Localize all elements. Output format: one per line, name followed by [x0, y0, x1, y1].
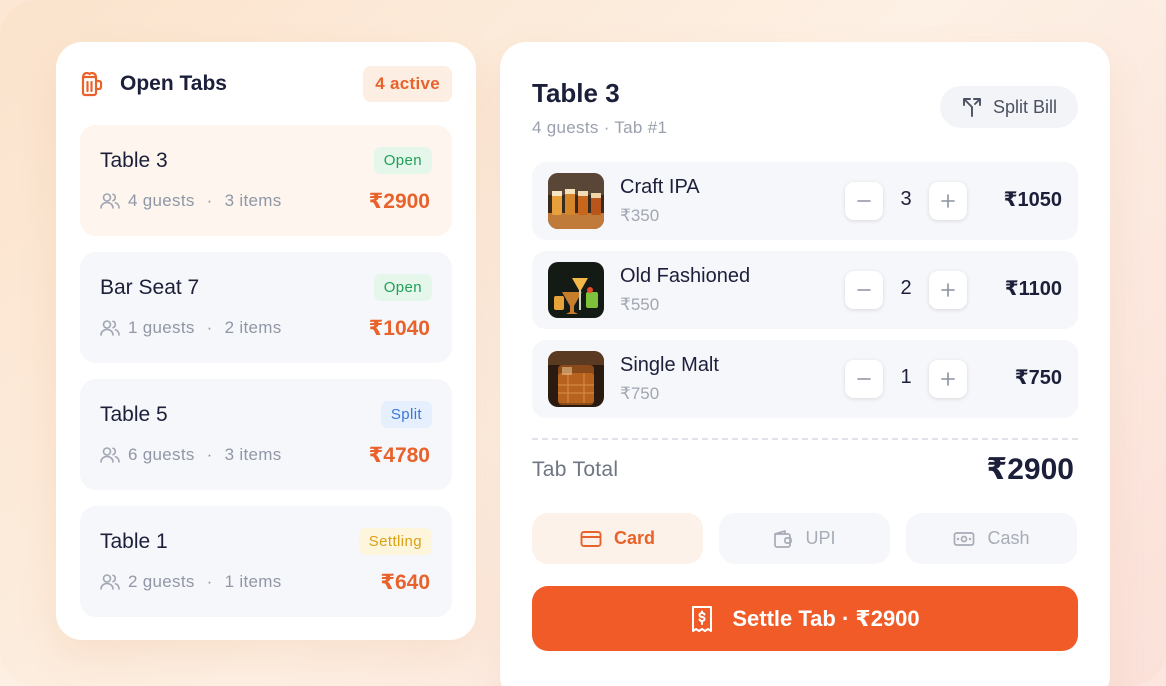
increase-qty-button[interactable] [929, 182, 967, 220]
people-icon [100, 574, 120, 590]
item-unit-price: ₹750 [620, 384, 660, 403]
people-icon [100, 193, 120, 209]
item-unit-price: ₹350 [620, 206, 660, 225]
guest-count: 4 guests [128, 191, 195, 210]
separator-dot: · [206, 191, 213, 210]
item-count: 3 items [224, 191, 282, 210]
active-count-badge: 4 active [363, 66, 452, 102]
item-name: Craft IPA [620, 176, 700, 198]
split-bill-label: Split Bill [992, 96, 1058, 117]
tab-card-table-1[interactable]: Table 1 Settling 2 guests · 1 items ₹640 [80, 506, 452, 617]
tab-name: Table 1 [100, 530, 168, 553]
payment-option-upi[interactable]: UPI [719, 513, 890, 564]
item-quantity: 3 [900, 188, 912, 210]
payment-option-label: Card [613, 528, 655, 548]
beer-mug-icon [80, 70, 106, 98]
open-tabs-header: Open Tabs 4 active [80, 66, 452, 102]
decrease-qty-button[interactable] [845, 271, 883, 309]
guest-count: 2 guests [128, 572, 195, 591]
split-bill-button[interactable]: Split Bill [940, 86, 1078, 128]
app-background: Open Tabs 4 active Table 3 Open 4 guests… [0, 0, 1166, 686]
tab-name: Table 3 [100, 149, 168, 172]
tab-card-bar-seat-7[interactable]: Bar Seat 7 Open 1 guests · 2 items ₹1040 [80, 252, 452, 363]
guest-count: 1 guests [128, 318, 195, 337]
settle-tab-label: Settle Tab · ₹2900 [732, 605, 920, 631]
tab-total-label: Tab Total [532, 458, 619, 481]
item-count: 2 items [224, 318, 282, 337]
minus-icon [857, 378, 871, 380]
item-thumbnail [548, 173, 604, 229]
item-thumbnail [548, 351, 604, 407]
status-badge: Open [373, 147, 432, 174]
people-icon [100, 320, 120, 336]
decrease-qty-button[interactable] [845, 360, 883, 398]
settle-tab-button[interactable]: Settle Tab · ₹2900 [532, 586, 1078, 651]
decrease-qty-button[interactable] [845, 182, 883, 220]
detail-title: Table 3 [532, 78, 620, 108]
tab-total-value: ₹2900 [986, 453, 1074, 486]
increase-qty-button[interactable] [929, 360, 967, 398]
payment-option-label: UPI [805, 528, 836, 548]
tab-card-table-3[interactable]: Table 3 Open 4 guests · 3 items ₹2900 [80, 125, 452, 236]
receipt-icon [692, 605, 713, 632]
item-line-total: ₹1100 [1004, 278, 1062, 300]
item-count: 3 items [224, 445, 282, 464]
order-item-craft-ipa: Craft IPA ₹350 3 ₹1050 [532, 162, 1078, 240]
tab-meta: 4 guests · 3 items [100, 191, 282, 211]
tab-name: Table 5 [100, 403, 168, 426]
tab-meta: 1 guests · 2 items [100, 318, 282, 338]
open-tabs-title: Open Tabs [120, 72, 227, 95]
payment-option-card[interactable]: Card [532, 513, 703, 564]
tab-name: Bar Seat 7 [100, 276, 200, 299]
minus-icon [857, 200, 871, 202]
detail-subtitle: 4 guests · Tab #1 [532, 118, 668, 137]
tab-detail-panel: Table 3 4 guests · Tab #1 Split Bill Cra… [500, 42, 1110, 686]
open-tabs-panel: Open Tabs 4 active Table 3 Open 4 guests… [56, 42, 476, 640]
divider [532, 438, 1078, 440]
status-badge: Open [373, 274, 432, 301]
item-line-total: ₹750 [1014, 367, 1062, 389]
payment-option-label: Cash [987, 528, 1030, 548]
people-icon [100, 447, 120, 463]
plus-icon [941, 372, 955, 386]
wallet-icon [774, 529, 793, 548]
plus-icon [941, 194, 955, 208]
card-icon [580, 530, 602, 547]
tab-total: ₹2900 [368, 190, 430, 213]
plus-icon [941, 283, 955, 297]
item-thumbnail [548, 262, 604, 318]
item-unit-price: ₹550 [620, 295, 660, 314]
status-badge: Split [380, 401, 432, 428]
item-name: Single Malt [620, 354, 719, 376]
increase-qty-button[interactable] [929, 271, 967, 309]
item-line-total: ₹1050 [1003, 189, 1062, 211]
tab-total: ₹640 [380, 571, 430, 594]
tab-card-table-5[interactable]: Table 5 Split 6 guests · 3 items ₹4780 [80, 379, 452, 490]
separator-dot: · [206, 318, 213, 337]
item-quantity: 1 [900, 366, 912, 388]
status-badge: Settling [358, 528, 432, 555]
order-item-single-malt: Single Malt ₹750 1 ₹750 [532, 340, 1078, 418]
item-quantity: 2 [900, 277, 912, 299]
tab-meta: 2 guests · 1 items [100, 572, 282, 592]
separator-dot: · [206, 445, 213, 464]
tab-total: ₹4780 [368, 444, 430, 467]
minus-icon [857, 289, 871, 291]
payment-option-cash[interactable]: Cash [906, 513, 1077, 564]
tab-total: ₹1040 [368, 317, 430, 340]
tab-meta: 6 guests · 3 items [100, 445, 282, 465]
item-count: 1 items [224, 572, 282, 591]
cash-icon [954, 531, 975, 546]
split-icon [963, 98, 981, 117]
order-item-old-fashioned: Old Fashioned ₹550 2 ₹1100 [532, 251, 1078, 329]
separator-dot: · [206, 572, 213, 591]
guest-count: 6 guests [128, 445, 195, 464]
item-name: Old Fashioned [620, 265, 751, 287]
